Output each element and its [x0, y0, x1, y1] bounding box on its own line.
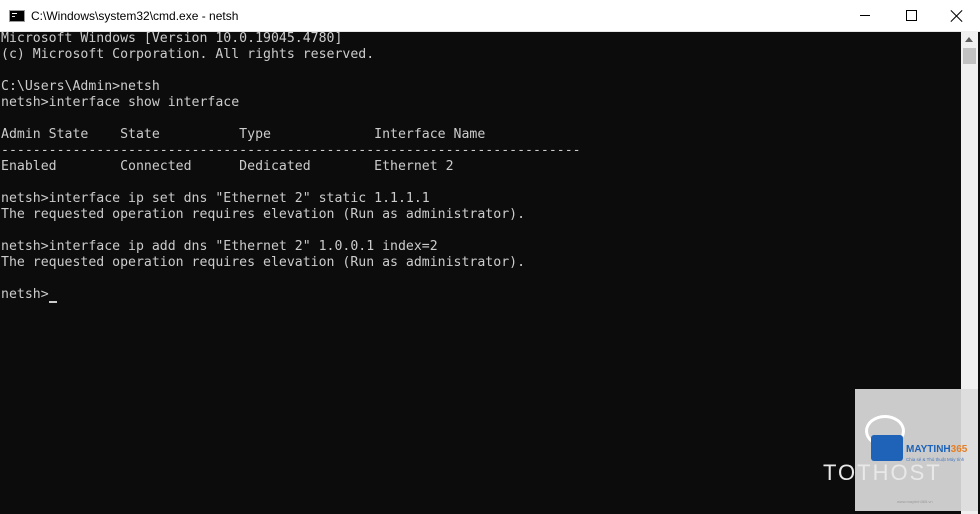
cmd-icon[interactable]	[9, 9, 25, 22]
minimize-button[interactable]	[842, 0, 888, 31]
minimize-icon	[860, 15, 870, 16]
console-line: netsh>interface ip set dns "Ethernet 2" …	[1, 191, 430, 206]
maximize-button[interactable]	[888, 0, 934, 31]
table-divider: ----------------------------------------…	[1, 143, 581, 158]
scroll-up-arrow-icon[interactable]	[965, 37, 973, 42]
console-line: (c) Microsoft Corporation. All rights re…	[1, 47, 375, 62]
console-line: netsh>interface ip add dns "Ethernet 2" …	[1, 239, 438, 254]
table-row: Enabled Connected Dedicated Ethernet 2	[1, 159, 454, 174]
scrollbar-thumb[interactable]	[963, 48, 976, 64]
console-line: netsh>interface show interface	[1, 95, 240, 110]
watermark-brand: MAYTINH365	[906, 444, 968, 455]
title-bar[interactable]: C:\Windows\system32\cmd.exe - netsh	[0, 0, 980, 32]
window-controls	[842, 0, 980, 31]
console-line: Microsoft Windows [Version 10.0.19045.47…	[1, 31, 343, 46]
console-line: The requested operation requires elevati…	[1, 255, 526, 270]
close-button[interactable]	[934, 0, 980, 31]
maximize-icon	[905, 10, 917, 21]
prompt-text: netsh>	[1, 287, 49, 302]
window-title: C:\Windows\system32\cmd.exe - netsh	[31, 8, 239, 23]
maytinh-logo-icon	[871, 435, 903, 461]
watermark-host: TOTHOST	[823, 460, 942, 485]
console-line: The requested operation requires elevati…	[1, 207, 526, 222]
console-output[interactable]: Microsoft Windows [Version 10.0.19045.47…	[1, 31, 960, 514]
text-cursor	[48, 301, 57, 303]
watermark-logo: MAYTINH365 Chia sẻ & Thủ thuật Máy tính …	[823, 389, 978, 511]
console-line: C:\Users\Admin>netsh	[1, 79, 160, 94]
table-header: Admin State State Type Interface Name	[1, 127, 486, 142]
watermark-url: www.maytinh365.vn	[897, 499, 933, 504]
prompt-line[interactable]: netsh>	[1, 287, 960, 303]
close-icon	[951, 10, 963, 22]
